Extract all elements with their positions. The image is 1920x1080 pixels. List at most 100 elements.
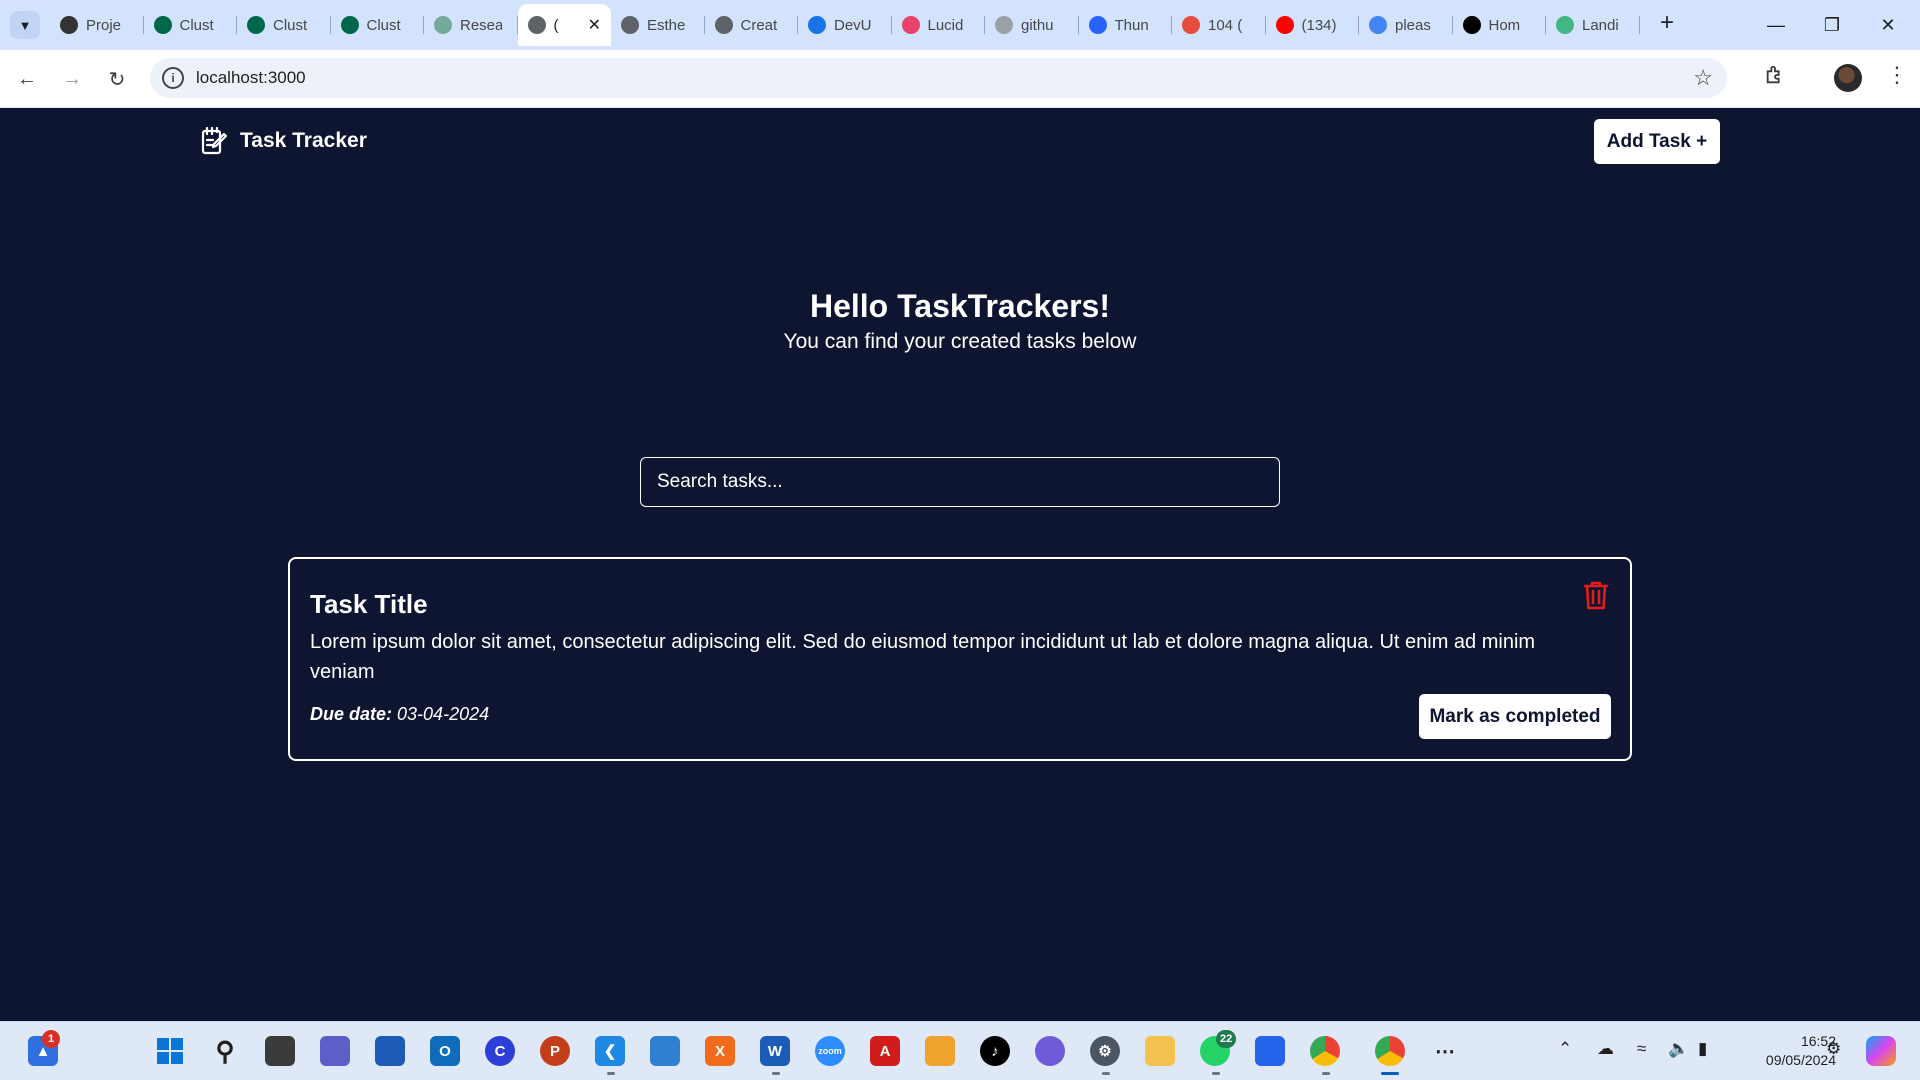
wifi-icon[interactable]: ≈ [1637,1039,1646,1059]
calculator-icon[interactable] [650,1036,680,1066]
show-hidden-icons-icon[interactable]: ⌃ [1558,1039,1572,1059]
page-subtitle: You can find your created tasks below [783,330,1137,353]
tab-title: Hom [1488,16,1521,34]
windows-taskbar: ▲ 1 ⚲ O C P ❮ X W zoom A ♪ ⚙ 22 ⋯ ⌃ ☁ ≈ … [0,1021,1920,1080]
copilot-preview-icon[interactable] [1866,1036,1896,1066]
search-icon[interactable]: ⚲ [210,1036,240,1066]
outlook-icon[interactable]: O [430,1036,460,1066]
task-due-date: Due date: 03-04-2024 [310,704,489,725]
settings-icon[interactable]: ⚙ [1090,1036,1120,1066]
tiktok-icon[interactable]: ♪ [980,1036,1010,1066]
restore-button[interactable]: ❐ [1804,8,1860,42]
settings-running-indicator [1102,1072,1110,1075]
teams-chat-icon[interactable] [320,1036,350,1066]
task-card: Task Title Lorem ipsum dolor sit amet, c… [288,557,1632,761]
mongodb-icon [340,16,359,34]
reload-button[interactable]: ↻ [101,63,133,95]
notifications-icon[interactable]: ⚙ [1826,1039,1841,1059]
browser-tab[interactable]: 104 ( [1172,4,1266,46]
zoom-icon[interactable]: zoom [815,1036,845,1066]
browser-tab[interactable]: githu [985,4,1079,46]
close-tab-icon[interactable]: ✕ [588,15,601,35]
brand-logo[interactable]: Task Tracker [200,126,367,156]
tab-title: 104 ( [1208,16,1243,34]
chrome-profile-icon[interactable] [1375,1036,1405,1066]
browser-tab[interactable]: pleas [1359,4,1453,46]
app-icon[interactable]: C [485,1036,515,1066]
start-icon[interactable] [155,1036,185,1066]
new-tab-button[interactable]: + [1652,9,1682,37]
due-date-label: Due date: [310,704,393,724]
tab-title: githu [1021,16,1054,34]
browser-tab[interactable]: Clust [331,4,425,46]
browser-tab[interactable]: DevU [798,4,892,46]
address-bar[interactable]: i localhost:3000 ☆ [150,58,1727,98]
profile-avatar[interactable] [1834,64,1862,92]
forward-button[interactable]: → [56,63,88,95]
mongodb-icon [247,16,265,34]
app-icon[interactable] [925,1036,955,1066]
onedrive-icon[interactable]: ☁ [1597,1039,1614,1059]
powerpoint-icon[interactable]: P [540,1036,570,1066]
tab-title: Clust [273,16,308,34]
browser-tab[interactable]: Resea [424,4,518,46]
browser-tab[interactable]: Lucid [892,4,986,46]
clock-time: 16:52 [1800,1033,1836,1049]
copilot-icon[interactable] [1035,1036,1065,1066]
browser-tab[interactable]: (✕ [517,4,611,46]
tab-search-button[interactable]: ▼ [10,11,40,39]
mark-completed-button[interactable]: Mark as completed [1419,694,1611,739]
file-explorer-icon[interactable] [1145,1036,1175,1066]
browser-tab-bar: ▼ Proje Clust Clust Clust Resea (✕ Esthe Creat D… [0,0,1920,50]
browser-tab[interactable]: Landi [1546,4,1640,46]
search-input[interactable] [640,457,1280,507]
tab-title: pleas [1395,16,1431,34]
volume-icon[interactable]: 🔈 [1668,1039,1689,1059]
acrobat-icon[interactable]: A [870,1036,900,1066]
tab-strip: Proje Clust Clust Clust Resea (✕ Esthe Creat Dev… [50,4,1640,50]
chrome-running-indicator [1322,1072,1330,1075]
task-description: Lorem ipsum dolor sit amet, consectetur … [310,631,1536,683]
task-view-icon[interactable] [265,1036,295,1066]
microsoft-store-icon[interactable] [375,1036,405,1066]
clock[interactable]: 16:52 09/05/2024 [1762,1032,1836,1070]
browser-menu-icon[interactable]: ⋮ [1886,62,1908,88]
vscode-icon[interactable]: ❮ [595,1036,625,1066]
whatsapp-running-indicator [1212,1072,1220,1075]
browser-tab[interactable]: Proje [50,4,144,46]
browser-tab[interactable]: Clust [144,4,238,46]
xampp-icon[interactable]: X [705,1036,735,1066]
browser-tab[interactable]: Hom [1453,4,1547,46]
close-window-button[interactable]: ✕ [1860,8,1916,42]
tab-title: Landi [1582,16,1619,34]
browser-tab[interactable]: Esthe [611,4,705,46]
browser-tab[interactable]: Clust [237,4,331,46]
extensions-icon[interactable] [1764,64,1786,92]
back-button[interactable]: ← [11,63,43,95]
site-info-icon[interactable]: i [162,67,184,89]
notepad-edit-icon [201,126,228,155]
add-task-button[interactable]: Add Task + [1594,119,1720,164]
vue-icon [1556,16,1574,34]
task-title: Task Title [310,589,428,619]
browser-tab[interactable]: Creat [705,4,799,46]
more-apps-icon[interactable]: ⋯ [1430,1036,1460,1066]
trash-icon[interactable] [1582,579,1610,611]
tab-title: Lucid [927,16,964,34]
openai-icon [434,16,452,34]
word-icon[interactable]: W [760,1036,790,1066]
chrome-icon[interactable] [1310,1036,1340,1066]
bookmark-star-icon[interactable]: ☆ [1693,65,1713,91]
browser-tab[interactable]: Thun [1079,4,1173,46]
browser-tab[interactable]: (134) [1266,4,1360,46]
page-title: Hello TaskTrackers! [809,288,1110,324]
globe-icon [527,16,546,34]
url-text[interactable]: localhost:3000 [196,68,306,88]
battery-icon[interactable]: ▮ [1698,1039,1707,1059]
minimize-button[interactable]: — [1748,8,1804,42]
tab-title: Thun [1114,16,1149,34]
task-tracker-app: Task Tracker Add Task + Hello TaskTracke… [0,108,1920,1021]
thunder-icon [1088,16,1107,34]
tab-title: Esthe [647,16,686,34]
notepad-icon[interactable] [1255,1036,1285,1066]
